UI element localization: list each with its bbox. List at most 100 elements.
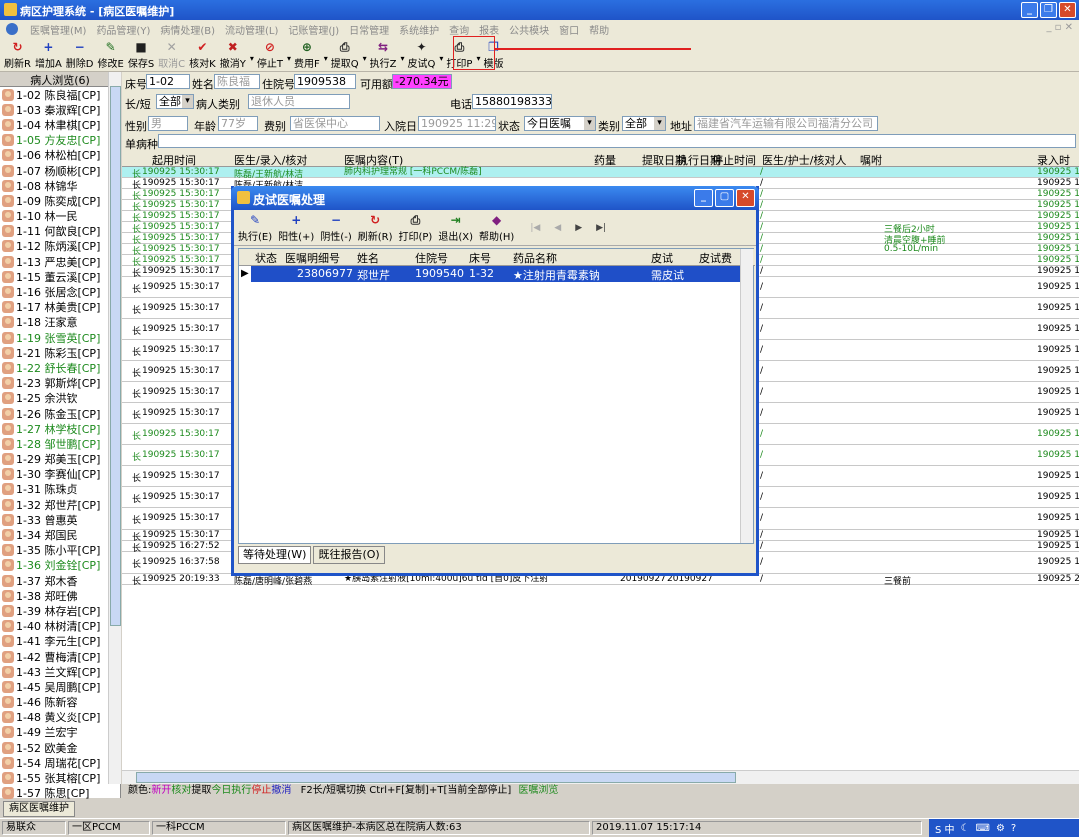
patient-list-item[interactable]: 1-54 周瑞花[CP] — [0, 755, 120, 770]
grid-header-6[interactable]: 停止时间 — [712, 152, 756, 168]
patient-list-item[interactable]: 1-39 林存岩[CP] — [0, 603, 120, 618]
patient-list-item[interactable]: 1-21 陈彩玉[CP] — [0, 345, 120, 360]
patient-list-item[interactable]: 1-28 邹世鹏[CP] — [0, 436, 120, 451]
patient-list-item[interactable]: 1-34 郑国民 — [0, 527, 120, 542]
dialog-button-4[interactable]: ⎙ 打印(P) — [399, 213, 433, 245]
menu-item-8[interactable]: 报表 — [479, 22, 499, 37]
menu-item-6[interactable]: 系统维护 — [399, 22, 439, 37]
address-field[interactable]: 福建省汽车运输有限公司福清分公司 — [694, 116, 878, 131]
dialog-titlebar[interactable]: 皮试医嘱处理 _ ▢ ✕ — [231, 186, 759, 210]
patient-list-item[interactable]: 1-45 吴周鹏[CP] — [0, 679, 120, 694]
menu-item-7[interactable]: 查询 — [449, 22, 469, 37]
patient-list-item[interactable]: 1-32 郑世芹[CP] — [0, 497, 120, 512]
toolbar-button-4[interactable]: ■ 保存S — [128, 40, 154, 71]
patient-list-item[interactable]: 1-06 林松柏[CP] — [0, 148, 120, 163]
toolbar-button-7[interactable]: ✖ 撤消Y — [220, 40, 246, 71]
patient-list-item[interactable]: 1-15 董云溪[CP] — [0, 269, 120, 284]
bed-field[interactable]: 1-02 — [146, 74, 190, 89]
toolbar-button-2[interactable]: − 删除D — [66, 40, 94, 71]
patient-list-item[interactable]: 1-55 张其榕[CP] — [0, 770, 120, 785]
patient-list-item[interactable]: 1-42 曹梅清[CP] — [0, 649, 120, 664]
toolbar-button-5[interactable]: ✕ 取消C — [158, 40, 185, 71]
patient-list-item[interactable]: 1-04 林聿棋[CP] — [0, 117, 120, 132]
grid-header-2[interactable]: 医嘱内容(T) — [344, 152, 403, 168]
patient-list-item[interactable]: 1-08 林锦华 — [0, 178, 120, 193]
dialog-minimize-button[interactable]: _ — [694, 189, 713, 207]
age-field[interactable]: 77岁 — [218, 116, 258, 131]
patient-list-item[interactable]: 1-46 陈新容 — [0, 695, 120, 710]
patient-list-item[interactable]: 1-25 余洪钦 — [0, 391, 120, 406]
last-record-icon[interactable]: ▶| — [596, 223, 606, 233]
toolbar-button-3[interactable]: ✎ 修改E — [98, 40, 124, 71]
patient-list-item[interactable]: 1-09 陈奕成[CP] — [0, 193, 120, 208]
dialog-button-0[interactable]: ✎ 执行(E) — [238, 213, 272, 245]
grid-header-1[interactable]: 医生/录入/核对 — [234, 152, 307, 168]
skin-grid-header-0[interactable]: 状态 — [255, 250, 277, 266]
longshort-select[interactable]: 全部 — [156, 94, 194, 109]
menu-item-5[interactable]: 日常管理 — [349, 22, 389, 37]
patient-list-item[interactable]: 1-22 舒长春[CP] — [0, 360, 120, 375]
grid-header-0[interactable]: 起用时间 — [152, 152, 196, 168]
dialog-close-button[interactable]: ✕ — [736, 189, 755, 207]
ptype-field[interactable]: 退休人员 — [248, 94, 350, 109]
dialog-tab-0[interactable]: 等待处理(W) — [238, 546, 312, 564]
grid-header-3[interactable]: 药量 — [594, 152, 616, 168]
patient-list-item[interactable]: 1-36 刘金铨[CP] — [0, 558, 120, 573]
admit-field[interactable]: 190925 11:29 — [418, 116, 496, 131]
patient-list-item[interactable]: 1-37 郑木香 — [0, 573, 120, 588]
order-row[interactable]: 长 190925 15:30:17 陈磊/王新航/林洁 肺内科护理常规 [一科PCCM… — [122, 167, 1079, 180]
first-record-icon[interactable]: |◀ — [530, 223, 540, 233]
grid-header-8[interactable]: 嘱咐 — [860, 152, 882, 168]
next-record-icon[interactable]: ▶ — [575, 223, 582, 233]
settings-icon[interactable]: ⚙ — [996, 823, 1005, 834]
dialog-button-6[interactable]: ◆ 帮助(H) — [479, 213, 514, 245]
dialog-tab-1[interactable]: 既往报告(O) — [313, 546, 385, 564]
patient-list-item[interactable]: 1-48 黄义炎[CP] — [0, 710, 120, 725]
toolbar-button-12[interactable]: ✦ 皮试Q — [408, 40, 436, 71]
patient-list-item[interactable]: 1-23 郭斯烨[CP] — [0, 376, 120, 391]
menu-item-2[interactable]: 病情处理(B) — [160, 22, 215, 37]
mdi-window-controls[interactable]: _ ▫ ✕ — [1046, 22, 1073, 33]
toolbar-button-11[interactable]: ⇆ 执行Z — [370, 40, 397, 71]
status-select[interactable]: 今日医嘱 — [524, 116, 596, 131]
phone-field[interactable]: 15880198333 — [472, 94, 552, 109]
patient-list-item[interactable]: 1-16 张居念[CP] — [0, 284, 120, 299]
patient-list-item[interactable]: 1-29 郑美玉[CP] — [0, 452, 120, 467]
dropdown-arrow-icon[interactable]: ▾ — [324, 54, 328, 71]
patient-list-item[interactable]: 1-33 曾惠英 — [0, 512, 120, 527]
skin-grid-header-4[interactable]: 床号 — [469, 250, 491, 266]
dialog-button-2[interactable]: − 阴性(-) — [320, 213, 351, 245]
tab-order-maintenance[interactable]: 病区医嘱维护 — [3, 801, 75, 817]
dialog-maximize-button[interactable]: ▢ — [715, 189, 734, 207]
toolbar-button-10[interactable]: ⎙ 提取Q — [331, 40, 359, 71]
grid-header-9[interactable]: 录入时 — [1037, 152, 1070, 168]
close-button[interactable]: ✕ — [1059, 2, 1076, 18]
inpatient-field[interactable]: 1909538 — [294, 74, 356, 89]
menu-item-11[interactable]: 帮助 — [589, 22, 609, 37]
window-titlebar[interactable]: 病区护理系统 - [病区医嘱维护] _ ❐ ✕ — [0, 0, 1079, 20]
patient-list-item[interactable]: 1-13 严忠美[CP] — [0, 254, 120, 269]
patient-list-item[interactable]: 1-52 欧美金 — [0, 740, 120, 755]
menu-item-1[interactable]: 药品管理(Y) — [96, 22, 150, 37]
patient-list-item[interactable]: 1-30 李赛仙[CP] — [0, 467, 120, 482]
dialog-button-1[interactable]: + 阳性(+) — [278, 213, 314, 245]
dropdown-arrow-icon[interactable]: ▾ — [287, 54, 291, 71]
patient-list-item[interactable]: 1-07 杨顺彬[CP] — [0, 163, 120, 178]
patient-list-item[interactable]: 1-38 郑旺佛 — [0, 588, 120, 603]
dialog-button-3[interactable]: ↻ 刷新(R) — [358, 213, 393, 245]
fee-field[interactable]: 省医保中心 — [290, 116, 380, 131]
moon-icon[interactable]: ☾ — [961, 823, 970, 834]
help-tray-icon[interactable]: ? — [1011, 823, 1016, 834]
dropdown-arrow-icon[interactable]: ▾ — [439, 54, 443, 71]
patient-list-item[interactable]: 1-49 兰宏宇 — [0, 725, 120, 740]
skin-test-row[interactable]: 23806977 郑世芹 1909540 1-32 ★注射用青霉素钠 需皮试 — [251, 266, 741, 282]
skin-grid-header-7[interactable]: 皮试费 — [699, 250, 732, 266]
toolbar-button-0[interactable]: ↻ 刷新R — [4, 40, 31, 71]
patient-list-scrollbar[interactable] — [108, 72, 121, 784]
category-select[interactable]: 全部 — [622, 116, 666, 131]
skin-grid-header-3[interactable]: 住院号 — [415, 250, 448, 266]
menu-item-0[interactable]: 医嘱管理(M) — [30, 22, 86, 37]
patient-list-item[interactable]: 1-57 陈思[CP] — [0, 786, 120, 801]
skin-grid-header-2[interactable]: 姓名 — [357, 250, 379, 266]
patient-list-item[interactable]: 1-26 陈金玉[CP] — [0, 406, 120, 421]
